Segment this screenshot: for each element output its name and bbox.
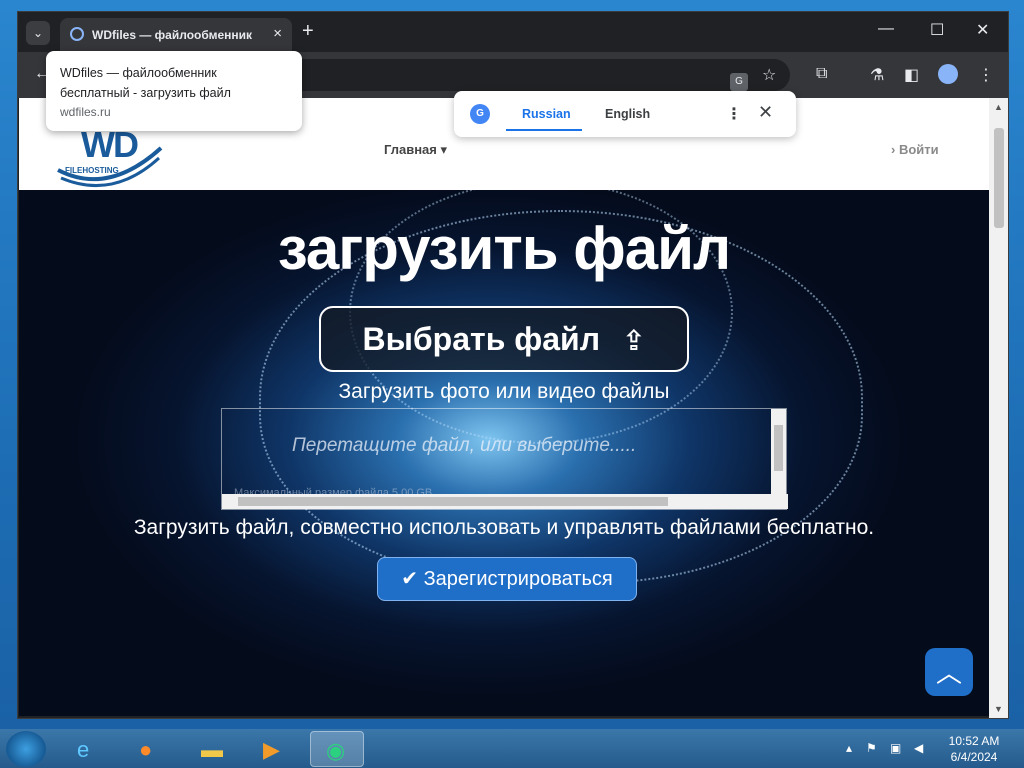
folder-icon: ▬: [201, 737, 223, 762]
web-page: WD FILEHOSTING Главная ▾ › Войти загрузи…: [19, 98, 989, 716]
clock-date: 6/4/2024: [950, 750, 998, 764]
tab-search-button[interactable]: ⌄: [26, 21, 50, 45]
register-label: Зарегистрироваться: [423, 568, 613, 590]
file-dropzone[interactable]: Перетащите файл, или выберите..... Макси…: [221, 408, 788, 510]
nav-home[interactable]: Главная ▾: [384, 142, 447, 158]
chevron-up-icon: ︿: [935, 658, 962, 688]
new-tab-button[interactable]: +: [302, 20, 314, 43]
profile-avatar-icon[interactable]: [938, 64, 958, 84]
firefox-icon: ●: [139, 737, 153, 762]
tab-close-icon[interactable]: ×: [273, 25, 282, 42]
tab-wdfiles[interactable]: WDfiles — файлообменник бесплатный - заг…: [60, 18, 292, 52]
logo-subtext: FILEHOSTING: [65, 166, 119, 175]
scroll-up-arrow-icon[interactable]: ▲: [994, 102, 1003, 112]
translate-icon[interactable]: G: [730, 73, 748, 91]
page-scrollbar[interactable]: ▲ ▼: [989, 98, 1008, 718]
check-icon: ✔: [401, 568, 419, 590]
chrome-icon: ◉: [326, 738, 346, 763]
media-player-icon: ▶: [263, 737, 280, 762]
clock-time: 10:52 AM: [948, 734, 1000, 748]
taskbar: e ● ▬ ▶ ◉ ▴ ⚑ ▣ ◀ 10:52 AM 6/4/2024: [0, 729, 1024, 768]
bookmark-star-icon[interactable]: ☆: [762, 65, 776, 85]
hero-description: Загрузить файл, совместно использовать и…: [133, 516, 875, 539]
taskbar-chrome[interactable]: ◉: [310, 731, 364, 767]
scroll-to-top-button[interactable]: ︿: [925, 648, 973, 696]
translate-close-icon[interactable]: ✕: [758, 102, 773, 123]
side-panel-icon[interactable]: ◧: [904, 65, 919, 85]
start-button[interactable]: [6, 731, 46, 767]
tab-strip: ⌄ WDfiles — файлообменник бесплатный - з…: [18, 12, 1008, 52]
lang-english-tab[interactable]: English: [605, 107, 650, 121]
active-lang-underline: [506, 129, 582, 131]
hero-title: загрузить файл: [277, 215, 731, 282]
taskbar-firefox[interactable]: ●: [124, 731, 178, 767]
tray-expand-icon[interactable]: ▴: [846, 741, 852, 755]
choose-file-label: Выбрать файл: [362, 321, 601, 357]
upload-subtitle: Загрузить фото или видео файлы: [338, 380, 670, 403]
labs-flask-icon[interactable]: ⚗: [870, 65, 884, 85]
translate-more-icon[interactable]: ⋮: [726, 104, 742, 124]
dropzone-text: Перетащите файл, или выберите.....: [292, 435, 637, 456]
hero-section: загрузить файл Выбрать файл ⇪ Загрузить ф…: [19, 190, 989, 716]
site-favicon-icon: [70, 27, 84, 41]
ie-icon: e: [77, 737, 90, 762]
taskbar-media-player[interactable]: ▶: [248, 731, 302, 767]
close-window-button[interactable]: ✕: [976, 20, 989, 40]
scroll-thumb[interactable]: [774, 425, 783, 471]
browser-menu-icon[interactable]: ⋮: [978, 65, 994, 85]
tooltip-url: wdfiles.ru: [60, 105, 111, 119]
nav-login[interactable]: › Войти: [891, 142, 939, 157]
tab-hover-tooltip: WDfiles — файлообменник бесплатный - заг…: [46, 51, 302, 131]
page-scroll-thumb[interactable]: [994, 128, 1004, 228]
translate-popup: G Russian English ⋮ ✕: [454, 91, 796, 137]
dropzone-horizontal-scrollbar[interactable]: [222, 494, 788, 509]
scroll-thumb[interactable]: [238, 497, 668, 506]
flag-icon[interactable]: ⚑: [866, 741, 877, 755]
minimize-button[interactable]: —: [878, 20, 894, 38]
lang-russian-tab[interactable]: Russian: [522, 107, 571, 121]
system-clock[interactable]: 10:52 AM 6/4/2024: [944, 733, 1004, 765]
tab-title: WDfiles — файлообменник бесплатный - заг…: [92, 28, 254, 42]
scroll-down-arrow-icon[interactable]: ▼: [994, 704, 1003, 714]
maximize-button[interactable]: ☐: [930, 20, 944, 40]
choose-file-button[interactable]: Выбрать файл ⇪: [319, 306, 689, 372]
volume-muted-icon[interactable]: ◀: [914, 741, 923, 755]
extensions-icon[interactable]: ⧉: [816, 65, 827, 83]
google-translate-icon: G: [470, 104, 490, 124]
taskbar-ie[interactable]: e: [62, 731, 116, 767]
dropzone-vertical-scrollbar[interactable]: [771, 409, 786, 495]
taskbar-explorer[interactable]: ▬: [186, 731, 240, 767]
network-icon[interactable]: ▣: [890, 741, 901, 755]
register-button[interactable]: ✔ Зарегистрироваться: [377, 557, 637, 601]
upload-icon: ⇪: [622, 325, 646, 356]
tooltip-title: WDfiles — файлообменник бесплатный - заг…: [60, 66, 231, 100]
